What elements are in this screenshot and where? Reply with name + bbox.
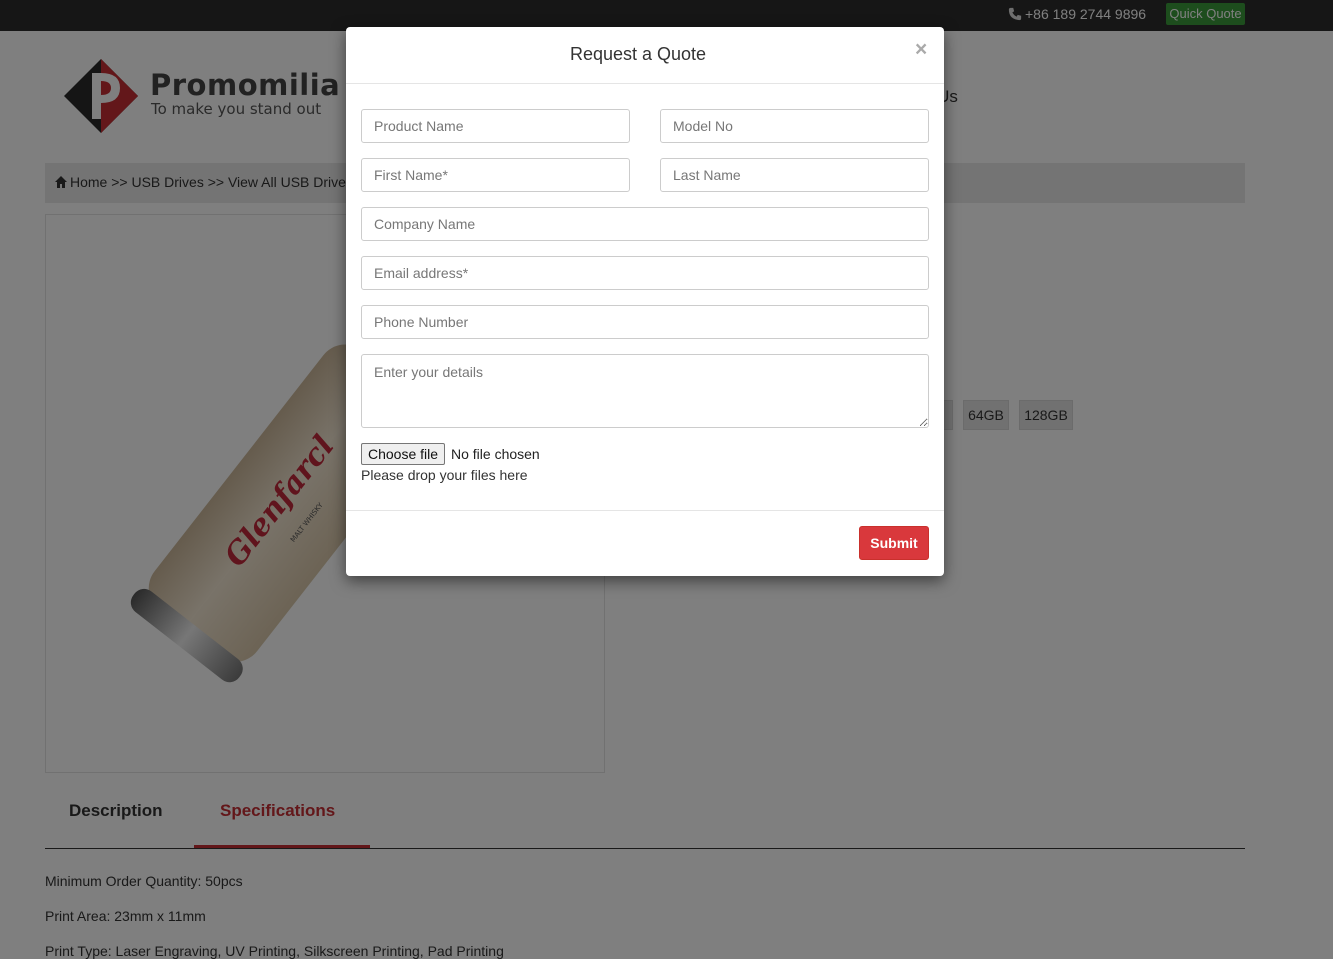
last-name-input[interactable] [660, 158, 929, 192]
choose-file-button[interactable]: Choose file [361, 443, 446, 465]
modal-header: Request a Quote × [346, 27, 944, 84]
company-name-input[interactable] [361, 207, 929, 241]
details-textarea[interactable] [361, 354, 929, 428]
first-name-input[interactable] [361, 158, 630, 192]
modal-title: Request a Quote [569, 44, 707, 64]
submit-button[interactable]: Submit [859, 526, 929, 560]
phone-input[interactable] [361, 305, 929, 339]
file-drop-hint: Please drop your files here [361, 467, 528, 483]
product-name-input[interactable] [361, 109, 630, 143]
file-status: No file chosen [451, 446, 540, 462]
email-input[interactable] [361, 256, 929, 290]
close-icon[interactable]: × [915, 39, 927, 60]
request-quote-modal: Request a Quote × Choose file No file ch… [346, 27, 944, 576]
model-no-input[interactable] [660, 109, 929, 143]
modal-footer-divider [346, 510, 944, 511]
